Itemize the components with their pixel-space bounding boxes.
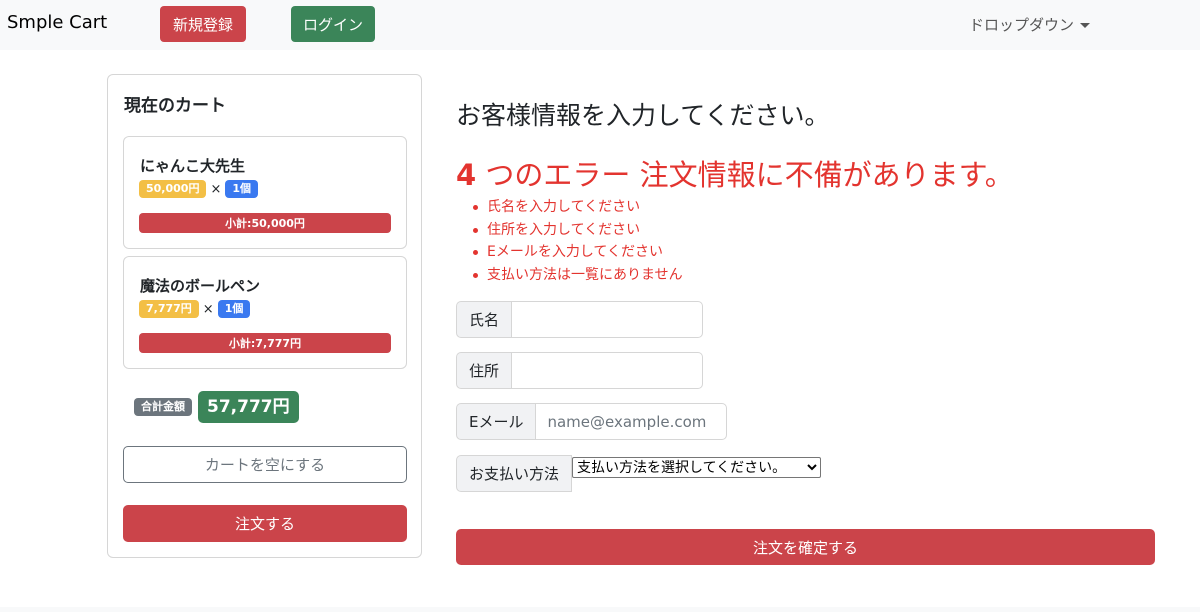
total-label-badge: 合計金額 [134, 398, 192, 416]
error-item: 支払い方法は一覧にありません [471, 266, 683, 289]
register-button[interactable]: 新規登録 [160, 6, 246, 42]
error-list: 氏名を入力してください 住所を入力してください Eメールを入力してください 支払… [471, 198, 683, 288]
error-item: 住所を入力してください [471, 221, 683, 244]
price-badge: 50,000円 [139, 180, 207, 198]
subtotal-bar: 小計:50,000円 [139, 213, 391, 233]
address-label: 住所 [456, 352, 512, 389]
email-label: Eメール [456, 403, 536, 440]
quantity-badge: 1個 [225, 180, 259, 198]
dropdown-label: ドロップダウン [969, 16, 1075, 34]
subtotal-bar: 小計:7,777円 [139, 333, 391, 353]
login-button[interactable]: ログイン [291, 6, 375, 42]
payment-label: お支払い方法 [456, 455, 573, 492]
confirm-order-button[interactable]: 注文を確定する [456, 529, 1155, 565]
brand-logo[interactable]: Smple Cart [7, 12, 107, 33]
payment-input-group: お支払い方法 支払い方法を選択してください。 [456, 455, 822, 492]
address-input[interactable] [511, 352, 704, 389]
caret-down-icon [1080, 23, 1091, 28]
dropdown-menu[interactable]: ドロップダウン [969, 14, 1091, 35]
payment-select[interactable]: 支払い方法を選択してください。 [572, 457, 822, 478]
error-count: 4 [456, 158, 477, 192]
times-sign: × [210, 181, 222, 197]
item-name: にゃんこ大先生 [140, 157, 246, 175]
address-input-group: 住所 [456, 352, 704, 389]
cart-item: にゃんこ大先生 50,000円 × 1個 小計:50,000円 [123, 136, 407, 249]
email-input[interactable] [535, 403, 728, 440]
form-title: お客様情報を入力してください。 [456, 101, 830, 130]
error-summary: 4 つのエラー 注文情報に不備があります。 [456, 152, 1014, 194]
cart-total: 合計金額 57,777円 [134, 391, 299, 423]
order-button[interactable]: 注文する [123, 505, 407, 542]
error-item: 氏名を入力してください [471, 198, 683, 221]
price-badge: 7,777円 [139, 300, 199, 318]
cart-title: 現在のカート [124, 96, 226, 116]
name-input[interactable] [511, 301, 704, 338]
error-item: Eメールを入力してください [471, 243, 683, 266]
item-price-qty: 7,777円 × 1個 [139, 300, 251, 318]
name-label: 氏名 [456, 301, 512, 338]
total-amount-badge: 57,777円 [198, 391, 299, 423]
navbar: Smple Cart 新規登録 ログイン ドロップダウン [0, 0, 1200, 50]
error-summary-text: つのエラー 注文情報に不備があります。 [476, 158, 1014, 192]
footer-divider [0, 607, 1200, 612]
name-input-group: 氏名 [456, 301, 704, 338]
item-price-qty: 50,000円 × 1個 [139, 180, 259, 198]
item-name: 魔法のボールペン [140, 277, 261, 295]
cart-panel: 現在のカート にゃんこ大先生 50,000円 × 1個 小計:50,000円 魔… [107, 74, 422, 558]
times-sign: × [202, 301, 214, 317]
cart-item: 魔法のボールペン 7,777円 × 1個 小計:7,777円 [123, 256, 407, 369]
quantity-badge: 1個 [217, 300, 251, 318]
email-input-group: Eメール [456, 403, 728, 440]
empty-cart-button[interactable]: カートを空にする [123, 446, 407, 483]
